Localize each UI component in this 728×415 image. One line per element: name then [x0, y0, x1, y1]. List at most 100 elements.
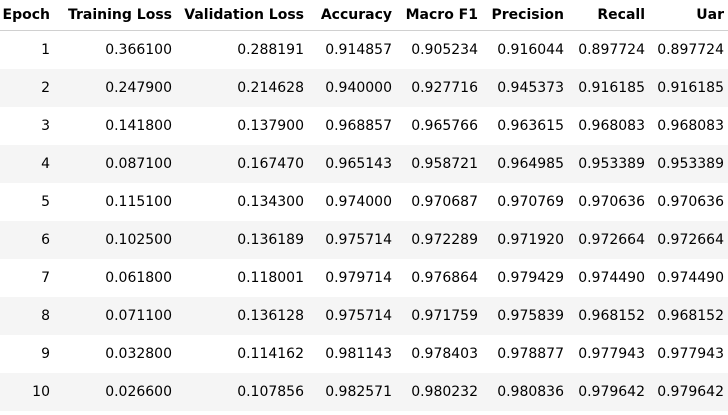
- epoch-cell: 2: [0, 69, 58, 107]
- precision-cell: 0.963615: [497, 118, 564, 134]
- uar-cell: 0.968152: [649, 297, 728, 335]
- training-metrics-table: Epoch Training Loss Validation Loss Accu…: [0, 0, 728, 411]
- column-header-epoch: Epoch: [0, 0, 58, 31]
- validation-loss-cell: 0.167470: [176, 145, 308, 183]
- accuracy-cell: 0.974000: [325, 194, 392, 210]
- epoch-cell: 10: [0, 373, 58, 411]
- accuracy-cell: 0.975714: [308, 221, 396, 259]
- macro-f1-cell: 0.905234: [411, 42, 478, 58]
- uar-cell: 0.916185: [649, 69, 728, 107]
- uar-cell: 0.979642: [649, 373, 728, 411]
- epoch-cell: 3: [41, 118, 50, 134]
- recall-cell: 0.897724: [578, 42, 645, 58]
- precision-cell: 0.971920: [482, 221, 568, 259]
- precision-cell: 0.978877: [497, 346, 564, 362]
- validation-loss-cell: 0.137900: [237, 118, 304, 134]
- precision-cell: 0.916044: [497, 42, 564, 58]
- column-header-accuracy: Accuracy: [308, 0, 396, 31]
- table-body: 1 0.366100 0.288191 0.914857 0.905234 0.91604…: [0, 31, 728, 411]
- accuracy-cell: 0.979714: [325, 270, 392, 286]
- epoch-cell: 1: [41, 42, 50, 58]
- table-row: 3 0.141800 0.137900 0.968857 0.965766 0.96361…: [0, 107, 728, 145]
- accuracy-cell: 0.914857: [325, 42, 392, 58]
- macro-f1-cell: 0.980232: [396, 373, 482, 411]
- validation-loss-cell: 0.118001: [237, 270, 304, 286]
- recall-cell: 0.970636: [578, 194, 645, 210]
- validation-loss-cell: 0.114162: [237, 346, 304, 362]
- recall-cell: 0.916185: [568, 69, 649, 107]
- validation-loss-cell: 0.288191: [237, 42, 304, 58]
- macro-f1-cell: 0.972289: [396, 221, 482, 259]
- epoch-cell: 8: [0, 297, 58, 335]
- training-loss-cell: 0.141800: [105, 118, 172, 134]
- recall-cell: 0.979642: [568, 373, 649, 411]
- column-header-macro-f1: Macro F1: [396, 0, 482, 31]
- uar-cell: 0.972664: [649, 221, 728, 259]
- validation-loss-cell: 0.214628: [176, 69, 308, 107]
- training-loss-cell: 0.102500: [58, 221, 176, 259]
- training-loss-cell: 0.071100: [58, 297, 176, 335]
- accuracy-cell: 0.981143: [325, 346, 392, 362]
- table-row: 6 0.102500 0.136189 0.975714 0.972289 0.97192…: [0, 221, 728, 259]
- recall-cell: 0.974490: [578, 270, 645, 286]
- uar-cell: 0.970636: [657, 194, 724, 210]
- table-row: 1 0.366100 0.288191 0.914857 0.905234 0.91604…: [0, 31, 728, 70]
- epoch-cell: 5: [41, 194, 50, 210]
- uar-cell: 0.953389: [649, 145, 728, 183]
- column-header-validation-loss: Validation Loss: [176, 0, 308, 31]
- recall-cell: 0.977943: [578, 346, 645, 362]
- validation-loss-cell: 0.107856: [176, 373, 308, 411]
- training-loss-cell: 0.115100: [105, 194, 172, 210]
- uar-cell: 0.897724: [657, 42, 724, 58]
- accuracy-cell: 0.975714: [308, 297, 396, 335]
- training-loss-cell: 0.061800: [105, 270, 172, 286]
- column-header-training-loss: Training Loss: [58, 0, 176, 31]
- table-row: 5 0.115100 0.134300 0.974000 0.970687 0.97076…: [0, 183, 728, 221]
- macro-f1-cell: 0.978403: [411, 346, 478, 362]
- macro-f1-cell: 0.958721: [396, 145, 482, 183]
- training-loss-cell: 0.026600: [58, 373, 176, 411]
- validation-loss-cell: 0.134300: [237, 194, 304, 210]
- precision-cell: 0.945373: [482, 69, 568, 107]
- column-header-precision: Precision: [482, 0, 568, 31]
- macro-f1-cell: 0.976864: [411, 270, 478, 286]
- header-row: Epoch Training Loss Validation Loss Accu…: [0, 0, 728, 31]
- precision-cell: 0.964985: [482, 145, 568, 183]
- epoch-cell: 7: [41, 270, 50, 286]
- training-loss-cell: 0.032800: [105, 346, 172, 362]
- macro-f1-cell: 0.927716: [396, 69, 482, 107]
- precision-cell: 0.975839: [482, 297, 568, 335]
- macro-f1-cell: 0.971759: [396, 297, 482, 335]
- table-row: 9 0.032800 0.114162 0.981143 0.978403 0.97887…: [0, 335, 728, 373]
- validation-loss-cell: 0.136189: [176, 221, 308, 259]
- recall-cell: 0.972664: [568, 221, 649, 259]
- uar-cell: 0.977943: [657, 346, 724, 362]
- precision-cell: 0.980836: [482, 373, 568, 411]
- table-row: 8 0.071100 0.136128 0.975714 0.971759 0.97583…: [0, 297, 728, 335]
- uar-cell: 0.968083: [657, 118, 724, 134]
- recall-cell: 0.953389: [568, 145, 649, 183]
- column-header-recall: Recall: [568, 0, 649, 31]
- table-row: 10 0.026600 0.107856 0.982571 0.980232 0.9808…: [0, 373, 728, 411]
- training-loss-cell: 0.247900: [58, 69, 176, 107]
- table-row: 7 0.061800 0.118001 0.979714 0.976864 0.97942…: [0, 259, 728, 297]
- macro-f1-cell: 0.965766: [411, 118, 478, 134]
- table-row: 4 0.087100 0.167470 0.965143 0.958721 0.96498…: [0, 145, 728, 183]
- recall-cell: 0.968152: [568, 297, 649, 335]
- epoch-cell: 4: [0, 145, 58, 183]
- column-header-uar: Uar: [649, 0, 728, 31]
- accuracy-cell: 0.940000: [308, 69, 396, 107]
- epoch-cell: 9: [41, 346, 50, 362]
- macro-f1-cell: 0.970687: [411, 194, 478, 210]
- accuracy-cell: 0.965143: [308, 145, 396, 183]
- training-loss-cell: 0.366100: [105, 42, 172, 58]
- table-row: 2 0.247900 0.214628 0.940000 0.927716 0.94537…: [0, 69, 728, 107]
- precision-cell: 0.970769: [497, 194, 564, 210]
- uar-cell: 0.974490: [657, 270, 724, 286]
- accuracy-cell: 0.968857: [325, 118, 392, 134]
- precision-cell: 0.979429: [497, 270, 564, 286]
- epoch-cell: 6: [0, 221, 58, 259]
- table-header: Epoch Training Loss Validation Loss Accu…: [0, 0, 728, 31]
- validation-loss-cell: 0.136128: [176, 297, 308, 335]
- training-loss-cell: 0.087100: [58, 145, 176, 183]
